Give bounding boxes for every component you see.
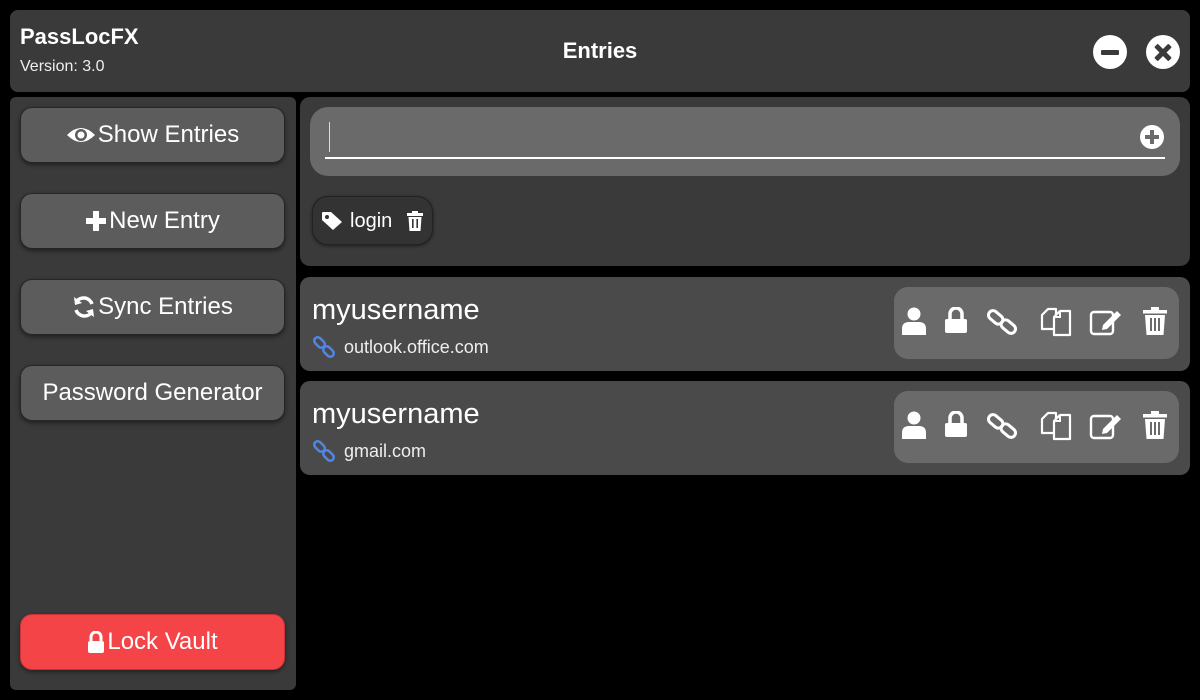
link-icon <box>312 335 336 359</box>
entry-actions <box>894 391 1179 463</box>
trash-icon[interactable] <box>1143 307 1167 335</box>
plus-circle-icon[interactable] <box>1139 124 1165 150</box>
close-button[interactable] <box>1146 35 1180 69</box>
entry-username: myusername <box>312 294 480 326</box>
show-entries-label: Show Entries <box>97 121 240 148</box>
link-icon[interactable] <box>987 307 1017 337</box>
plus-icon <box>86 211 107 231</box>
text-caret <box>329 122 330 152</box>
title-bar: PassLocFX Version: 3.0 Entries <box>10 10 1190 92</box>
tag-label: login <box>350 210 393 232</box>
lock-vault-label: Lock Vault <box>107 628 218 655</box>
password-generator-label: Password Generator <box>42 379 263 406</box>
password-generator-button[interactable]: Password Generator <box>20 365 285 421</box>
copy-icon[interactable] <box>1040 411 1072 441</box>
new-entry-button[interactable]: New Entry <box>20 193 285 249</box>
entry-row[interactable]: myusername outlook.office.com <box>300 277 1190 371</box>
search-box <box>310 107 1180 176</box>
lock-icon[interactable] <box>945 411 967 437</box>
new-entry-label: New Entry <box>109 207 220 234</box>
search-underline <box>325 157 1165 159</box>
entry-row[interactable]: myusername gmail.com <box>300 381 1190 475</box>
tag-chip[interactable]: login <box>312 196 433 245</box>
eye-icon <box>66 128 95 142</box>
page-title: Entries <box>562 38 638 63</box>
copy-icon[interactable] <box>1040 307 1072 337</box>
tag-icon <box>322 212 342 230</box>
sync-entries-button[interactable]: Sync Entries <box>20 279 285 335</box>
lock-icon <box>88 631 105 653</box>
lock-icon[interactable] <box>945 307 967 333</box>
edit-icon[interactable] <box>1089 307 1123 337</box>
entry-site: outlook.office.com <box>344 337 489 357</box>
show-entries-button[interactable]: Show Entries <box>20 107 285 163</box>
sidebar: Show Entries New Entry Sync Entries Pass… <box>10 97 296 690</box>
entry-site: gmail.com <box>344 441 427 461</box>
minimize-button[interactable] <box>1093 35 1127 69</box>
link-icon <box>312 439 336 463</box>
user-icon[interactable] <box>902 307 926 335</box>
sync-entries-label: Sync Entries <box>98 293 233 320</box>
search-panel: login <box>300 97 1190 266</box>
edit-icon[interactable] <box>1089 411 1123 441</box>
entry-actions <box>894 287 1179 359</box>
entry-username: myusername <box>312 398 480 430</box>
link-icon[interactable] <box>987 411 1017 441</box>
search-input[interactable] <box>325 119 1135 159</box>
user-icon[interactable] <box>902 411 926 439</box>
trash-icon[interactable] <box>1143 411 1167 439</box>
refresh-icon <box>74 296 95 318</box>
minus-circle-icon <box>1101 50 1119 55</box>
lock-vault-button[interactable]: Lock Vault <box>20 614 285 670</box>
trash-icon[interactable] <box>406 211 424 231</box>
